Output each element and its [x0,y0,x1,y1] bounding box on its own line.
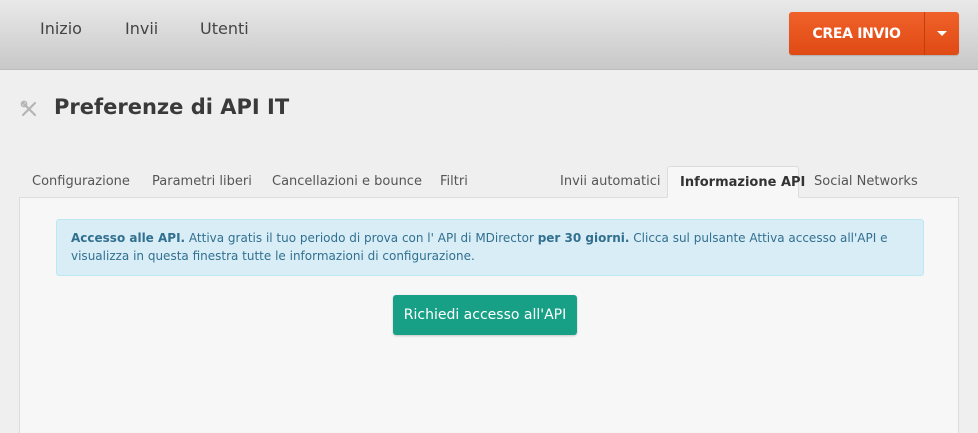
caret-down-icon [937,31,947,36]
tab-cancellazioni-bounce[interactable]: Cancellazioni e bounce [272,166,422,198]
request-api-access-button[interactable]: Richiedi accesso all'API [393,295,577,335]
tab-panel: Accesso alle API. Attiva gratis il tuo p… [19,197,959,433]
tab-invii-automatici[interactable]: Invii automatici [560,166,660,198]
alert-strong-period: per 30 giorni. [537,231,630,245]
tools-icon [20,100,37,117]
tab-filtri[interactable]: Filtri [440,166,468,198]
alert-text-1: Attiva gratis il tuo periodo di prova co… [185,231,538,245]
tab-configurazione[interactable]: Configurazione [32,166,130,198]
create-send-button[interactable]: CREA INVIO [789,12,924,55]
create-send-button-group: CREA INVIO [789,12,959,55]
nav-item-invii[interactable]: Invii [125,19,158,38]
page-title: Preferenze di API IT [54,95,290,119]
tab-social-networks[interactable]: Social Networks [814,166,918,198]
nav-item-utenti[interactable]: Utenti [200,19,249,38]
tab-informazione-api[interactable]: Informazione API [667,166,805,198]
info-alert: Accesso alle API. Attiva gratis il tuo p… [56,219,924,276]
alert-strong-title: Accesso alle API. [71,231,186,245]
nav-item-inizio[interactable]: Inizio [40,19,82,38]
top-bar: Inizio Invii Utenti CREA INVIO [0,0,978,70]
tab-parametri-liberi[interactable]: Parametri liberi [152,166,252,198]
create-send-dropdown-toggle[interactable] [924,12,959,55]
